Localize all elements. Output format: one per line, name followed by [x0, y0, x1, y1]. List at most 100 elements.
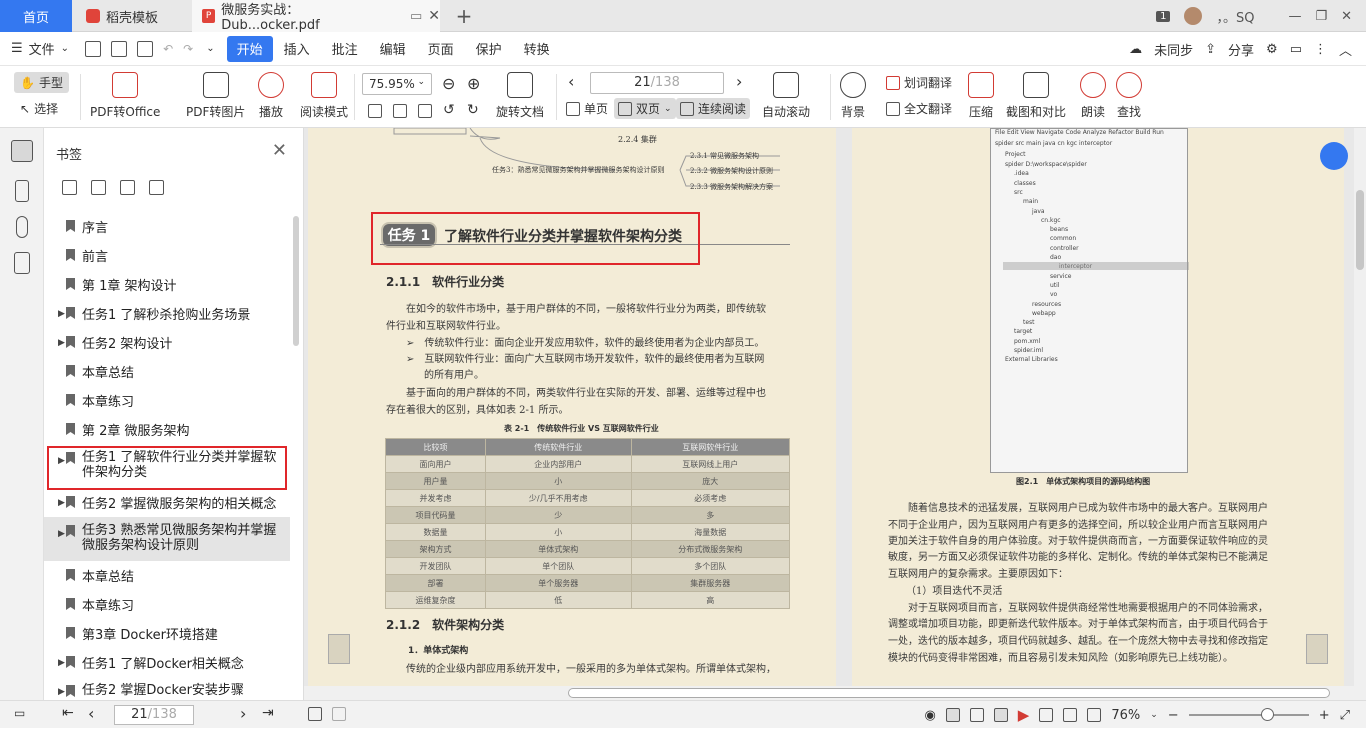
settings-icon[interactable]: ⚙ — [1266, 42, 1278, 57]
bookmark-item[interactable]: 第 2章 微服务架构 — [44, 415, 290, 444]
screenshot-compare-button[interactable]: 截图和对比 — [1006, 72, 1066, 120]
unsync-button[interactable]: 未同步 — [1154, 40, 1193, 59]
delete-bookmark-icon[interactable] — [149, 180, 164, 195]
open-folder-icon[interactable] — [85, 40, 102, 57]
continuous-read-button[interactable]: 连续阅读 — [676, 98, 751, 119]
auto-scroll-button[interactable]: 自动滚动 — [762, 72, 810, 120]
zoom-out-icon[interactable]: ⊖ — [442, 74, 455, 93]
collapse-ribbon-icon[interactable]: ︿ — [1339, 40, 1352, 59]
fullscreen-icon[interactable]: ⤢ — [1340, 708, 1350, 723]
menu-protect[interactable]: 保护 — [465, 36, 513, 62]
close-tab-icon[interactable]: ✕ — [428, 8, 440, 24]
prev-page-icon[interactable]: ‹ — [88, 704, 94, 723]
zoom-slider-knob[interactable] — [1260, 708, 1274, 721]
expand-arrow-icon[interactable]: ▶ — [58, 309, 65, 319]
add-bookmark-icon[interactable] — [120, 180, 135, 195]
zoom-select[interactable]: 75.95% ⌄ — [362, 73, 432, 95]
page-number-input[interactable]: 21/138 — [590, 72, 724, 94]
bookmark-item-current[interactable]: ▶ 任务3 熟悉常见微服务架构并掌握微服务架构设计原则 — [44, 517, 290, 561]
double-page-view-icon[interactable] — [993, 708, 1008, 722]
collapse-all-icon[interactable] — [91, 180, 106, 195]
status-page-input[interactable]: 21/138 — [114, 705, 194, 725]
menu-annotate[interactable]: 批注 — [321, 36, 369, 62]
hand-tool[interactable]: ✋ 手型 — [14, 72, 69, 93]
zoom-in-icon[interactable]: + — [1319, 708, 1330, 723]
signature-icon[interactable] — [14, 252, 30, 274]
user-name[interactable]: ，。SQ — [1216, 7, 1254, 26]
maximize-icon[interactable]: ❐ — [1315, 9, 1327, 24]
more-icon[interactable]: ⋮ — [1314, 42, 1327, 57]
read-aloud-button[interactable]: 朗读 — [1080, 72, 1106, 120]
print-icon[interactable] — [137, 40, 154, 57]
bookmark-item[interactable]: ▶ 任务2 掌握微服务架构的相关概念 — [44, 488, 290, 517]
minimize-icon[interactable]: — — [1288, 9, 1301, 24]
zoom-out-icon[interactable]: − — [1168, 708, 1179, 723]
file-menu[interactable]: ☰ 文件 ⌄ — [0, 36, 80, 62]
close-window-icon[interactable]: ✕ — [1341, 9, 1352, 24]
menu-start[interactable]: 开始 — [226, 35, 273, 62]
fit-page-icon[interactable] — [1063, 708, 1078, 722]
zoom-level[interactable]: 76% — [1111, 708, 1140, 723]
next-page-icon[interactable]: › — [240, 704, 246, 723]
full-translate-button[interactable]: 全文翻译 — [886, 100, 952, 117]
fit-page-icon[interactable] — [393, 104, 407, 118]
new-tab-icon[interactable]: + — [452, 0, 476, 32]
vertical-scrollbar[interactable] — [1354, 128, 1366, 700]
rotate-right-icon[interactable]: ↻ — [467, 102, 479, 118]
tab-templates[interactable]: 稻壳模板 — [74, 0, 190, 32]
chevron-down-icon[interactable]: ⌄ — [1150, 710, 1158, 720]
horizontal-scrollbar[interactable] — [304, 686, 1354, 700]
menu-convert[interactable]: 转换 — [513, 36, 561, 62]
word-translate-button[interactable]: 划词翻译 — [886, 74, 952, 91]
bookmark-item[interactable]: ▶ 任务2 掌握Docker安装步骤 — [44, 677, 290, 699]
bookmark-item[interactable]: 第3章 Docker环境搭建 — [44, 619, 290, 648]
sidebar-scrollbar[interactable] — [293, 216, 299, 346]
menu-edit[interactable]: 编辑 — [369, 36, 417, 62]
forward-icon[interactable] — [332, 707, 346, 721]
rotate-left-icon[interactable]: ↺ — [443, 102, 455, 118]
float-assistant-button[interactable] — [1320, 142, 1348, 170]
compress-button[interactable]: 压缩 — [968, 72, 994, 120]
pdf-to-office-button[interactable]: PDF转Office — [90, 72, 160, 120]
actual-size-icon[interactable] — [368, 104, 382, 118]
play-button[interactable]: 播放 — [258, 72, 284, 120]
back-icon[interactable] — [308, 707, 322, 721]
menu-page[interactable]: 页面 — [417, 36, 465, 62]
bookmark-item[interactable]: 前言 — [44, 241, 290, 270]
bookmark-item[interactable]: ▶ 任务1 了解Docker相关概念 — [44, 648, 290, 677]
bookmark-item[interactable]: ▶ 任务2 架构设计 — [44, 328, 290, 357]
restore-tab-icon[interactable]: ▭ — [410, 9, 422, 24]
actual-size-icon[interactable] — [1039, 708, 1054, 722]
comment-icon[interactable]: ▭ — [1290, 42, 1302, 57]
pdf-to-image-button[interactable]: PDF转图片 — [186, 72, 245, 120]
close-icon[interactable]: ✕ — [272, 140, 287, 161]
redo-icon[interactable]: ↷ — [183, 42, 193, 56]
expand-arrow-icon[interactable]: ▶ — [58, 527, 65, 542]
bookmark-panel-icon[interactable] — [11, 140, 33, 162]
menu-insert[interactable]: 插入 — [273, 36, 321, 62]
rotate-document-button[interactable]: 旋转文档 — [496, 72, 544, 120]
single-page-view-icon[interactable] — [945, 708, 960, 722]
attachment-icon[interactable] — [16, 216, 28, 238]
bookmark-item[interactable]: 本章练习 — [44, 590, 290, 619]
fit-width-icon[interactable] — [1087, 708, 1102, 722]
vertical-scroll-thumb[interactable] — [1356, 190, 1364, 270]
tab-document[interactable]: P 微服务实战：Dub...ocker.pdf ▭ ✕ — [192, 0, 440, 33]
next-page-icon[interactable]: › — [736, 72, 742, 91]
last-page-icon[interactable]: ⇥ — [262, 705, 274, 721]
fit-width-icon[interactable] — [418, 104, 432, 118]
background-button[interactable]: 背景 — [840, 72, 866, 120]
eye-protect-icon[interactable]: ◉ — [924, 708, 935, 723]
thumbnail-panel-icon[interactable] — [15, 180, 29, 202]
zoom-in-icon[interactable]: ⊕ — [467, 74, 480, 93]
prev-page-icon[interactable]: ‹ — [568, 72, 574, 91]
save-icon[interactable] — [111, 40, 128, 57]
bookmark-item[interactable]: 序言 — [44, 212, 290, 241]
sidebar-toggle-icon[interactable]: ▭ — [14, 706, 25, 720]
more-chevron-icon[interactable]: ⌄ — [206, 43, 214, 54]
double-page-button[interactable]: 双页 ⌄ — [614, 98, 676, 119]
expand-all-icon[interactable] — [62, 180, 77, 195]
tab-home[interactable]: 首页 — [0, 0, 72, 32]
select-tool[interactable]: ↖ 选择 — [20, 100, 58, 117]
bookmark-item[interactable]: 本章总结 — [44, 561, 290, 590]
